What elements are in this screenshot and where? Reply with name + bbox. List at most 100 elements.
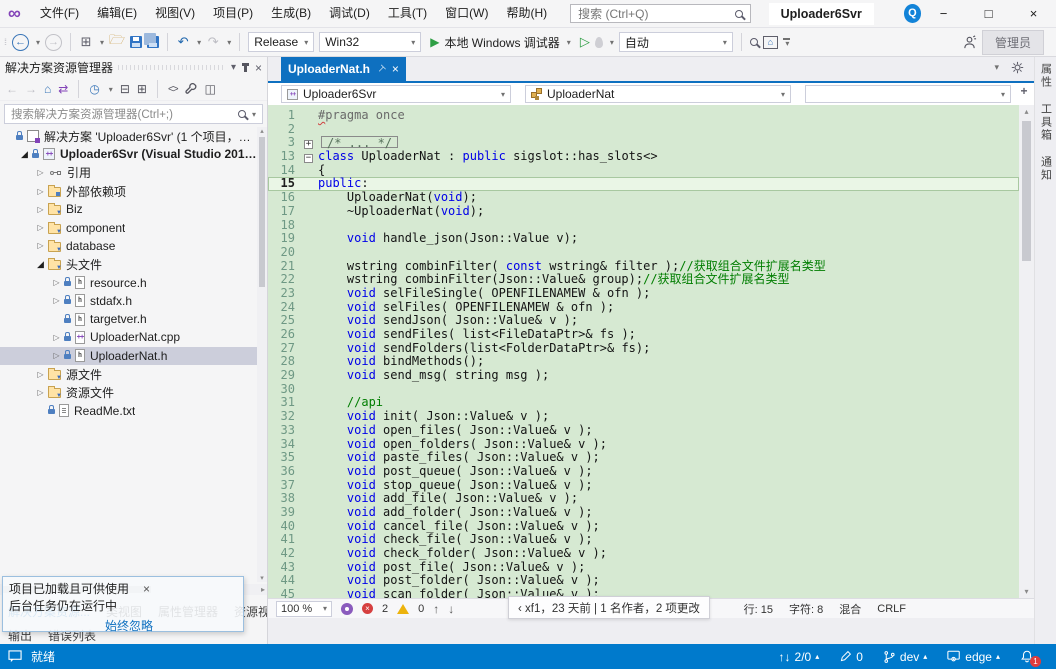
tree-item[interactable]: ▷源文件: [0, 365, 267, 383]
tree-item[interactable]: ◢头文件: [0, 255, 267, 273]
tree-item[interactable]: ▷++UploaderNat.cpp: [0, 328, 267, 346]
previous-issue-icon[interactable]: ↑: [433, 602, 439, 616]
tree-item[interactable]: ▷component: [0, 218, 267, 236]
code-line[interactable]: 24 void selFiles( OPENFILENAMEW & ofn );: [268, 301, 1019, 315]
tree-item[interactable]: 解决方案 'Uploader6Svr' (1 个项目，共 1 个): [0, 127, 267, 145]
pending-changes-filter-icon[interactable]: ◷: [89, 82, 99, 96]
split-window-handle[interactable]: +: [1017, 83, 1031, 99]
pin-icon[interactable]: [244, 64, 247, 72]
menu-item[interactable]: 帮助(H): [498, 0, 557, 27]
code-line[interactable]: 17 ~UploaderNat(void);: [268, 205, 1019, 219]
char-indicator[interactable]: 字符: 8: [789, 601, 823, 617]
close-panel-icon[interactable]: ×: [255, 61, 262, 75]
minimize-button[interactable]: −: [921, 0, 966, 27]
tree-item[interactable]: ▷资源文件: [0, 383, 267, 401]
view-code-icon[interactable]: <>: [168, 84, 178, 95]
tree-item[interactable]: ▷外部依赖项: [0, 182, 267, 200]
code-line[interactable]: 20: [268, 246, 1019, 260]
notification-toast[interactable]: 项目已加载且可供使用 × 后台任务仍在运行中 始终忽略: [2, 576, 244, 632]
menu-item[interactable]: 生成(B): [262, 0, 320, 27]
menu-item[interactable]: 工具(T): [379, 0, 436, 27]
code-line[interactable]: 29 void send_msg( string msg );: [268, 369, 1019, 383]
show-all-files-icon[interactable]: ⊞: [137, 82, 147, 96]
side-tab[interactable]: 工具箱: [1038, 103, 1054, 142]
switch-views-icon[interactable]: ⇄: [58, 82, 68, 96]
attach-mode-select[interactable]: 自动 ▾: [619, 32, 733, 52]
scrollbar-thumb[interactable]: [1022, 121, 1031, 261]
chevron-down-icon[interactable]: ▾: [36, 38, 40, 47]
line-indicator[interactable]: 行: 15: [744, 601, 773, 617]
redo-button[interactable]: ↷: [206, 34, 220, 50]
editor-options-gear-icon[interactable]: [1011, 61, 1024, 74]
preview-selected-items-icon[interactable]: ◫: [205, 82, 216, 96]
scroll-right-arrow-icon[interactable]: ▸: [261, 585, 267, 594]
code-line[interactable]: 14{: [268, 164, 1019, 178]
document-tab[interactable]: UploaderNat.h ⊤ ×: [281, 57, 406, 81]
always-ignore-link[interactable]: 始终忽略: [105, 617, 153, 634]
scroll-down-arrow-icon[interactable]: ▾: [1019, 587, 1034, 596]
menu-item[interactable]: 调试(D): [320, 0, 379, 27]
open-file-button[interactable]: 🗁: [109, 31, 125, 53]
tree-item[interactable]: htargetver.h: [0, 310, 267, 328]
type-scope-select[interactable]: UploaderNat ▾: [525, 85, 791, 103]
editor-vertical-scrollbar[interactable]: ▴ ▾: [1019, 105, 1034, 598]
menu-item[interactable]: 窗口(W): [436, 0, 497, 27]
code-line[interactable]: 43 void post_file( Json::Value& v );: [268, 561, 1019, 575]
codelens-popup[interactable]: ‹ xf1，23 天前 | 1 名作者，2 项更改: [508, 596, 710, 619]
tree-item[interactable]: ▷hUploaderNat.h: [0, 347, 267, 365]
tree-item[interactable]: ◢++Uploader6Svr (Visual Studio 2013 - Wi: [0, 145, 267, 163]
code-line[interactable]: 32 void init( Json::Value& v );: [268, 410, 1019, 424]
scroll-up-arrow-icon[interactable]: ▴: [1019, 107, 1034, 116]
chevron-down-icon[interactable]: ▾: [197, 38, 201, 47]
notifications-button[interactable]: 1: [1020, 649, 1034, 664]
code-editor[interactable]: 1#pragma once23+/* ... */13−class Upload…: [268, 105, 1019, 598]
side-tab[interactable]: 通知: [1038, 156, 1054, 182]
next-issue-icon[interactable]: ↓: [448, 602, 454, 616]
tree-item[interactable]: ▷hresource.h: [0, 273, 267, 291]
code-line[interactable]: 2: [268, 123, 1019, 137]
tree-item[interactable]: ▷Biz: [0, 200, 267, 218]
expand-region-icon[interactable]: +: [304, 140, 313, 149]
collapsed-region-box[interactable]: /* ... */: [321, 136, 398, 148]
toolbar-overflow-button[interactable]: ▾: [783, 38, 790, 46]
expander-icon[interactable]: ▷: [50, 278, 63, 287]
feedback-icon[interactable]: [962, 35, 977, 50]
solution-explorer-header[interactable]: 解决方案资源管理器 ▾ ×: [0, 57, 267, 78]
code-line[interactable]: 3+/* ... */: [268, 136, 1019, 150]
line-ending-mixed-indicator[interactable]: 混合: [839, 601, 861, 617]
home-icon[interactable]: ⌂: [44, 82, 51, 96]
menu-item[interactable]: 视图(V): [146, 0, 204, 27]
code-line[interactable]: 15public:: [268, 177, 1019, 191]
forward-icon[interactable]: →: [25, 82, 37, 96]
undo-button[interactable]: ↶: [176, 34, 190, 50]
tree-item[interactable]: ▷引用: [0, 164, 267, 182]
expander-icon[interactable]: ▷: [34, 168, 47, 177]
account-avatar[interactable]: Q: [904, 4, 921, 23]
repository-button[interactable]: edge ▴: [947, 650, 1000, 664]
pin-tab-icon[interactable]: ⊤: [374, 62, 387, 75]
code-line[interactable]: 26 void sendFiles( list<FileDataPtr>& fs…: [268, 328, 1019, 342]
hot-reload-icon[interactable]: [595, 37, 603, 48]
start-debugging-button[interactable]: ▶ 本地 Windows 调试器 ▾: [426, 34, 575, 51]
error-count[interactable]: 2: [382, 603, 388, 615]
code-line[interactable]: 42 void check_folder( Json::Value& v );: [268, 547, 1019, 561]
code-line[interactable]: 22 wstring combinFilter(Json::Value& gro…: [268, 273, 1019, 287]
code-line[interactable]: 36 void post_queue( Json::Value& v );: [268, 465, 1019, 479]
code-line[interactable]: 39 void add_folder( Json::Value& v );: [268, 506, 1019, 520]
scrollbar-thumb[interactable]: [259, 137, 265, 287]
code-line[interactable]: 35 void paste_files( Json::Value& v );: [268, 451, 1019, 465]
expander-icon[interactable]: ▷: [34, 187, 47, 196]
code-line[interactable]: 33 void open_files( Json::Value& v );: [268, 424, 1019, 438]
close-button[interactable]: ×: [1011, 0, 1056, 27]
sync-with-active-document-button[interactable]: ⌂: [763, 36, 778, 49]
unpushed-edits-button[interactable]: 0: [839, 650, 863, 664]
code-line[interactable]: 38 void add_file( Json::Value& v );: [268, 492, 1019, 506]
code-line[interactable]: 16 UploaderNat(void);: [268, 191, 1019, 205]
close-tab-icon[interactable]: ×: [392, 62, 399, 76]
code-line[interactable]: 30: [268, 383, 1019, 397]
expander-icon[interactable]: ◢: [34, 259, 47, 270]
tree-item[interactable]: ▷hstdafx.h: [0, 292, 267, 310]
toolbar-grip[interactable]: ⁞⁞: [4, 37, 5, 47]
expander-icon[interactable]: ▷: [50, 351, 63, 360]
window-position-menu-icon[interactable]: ▾: [231, 62, 236, 73]
